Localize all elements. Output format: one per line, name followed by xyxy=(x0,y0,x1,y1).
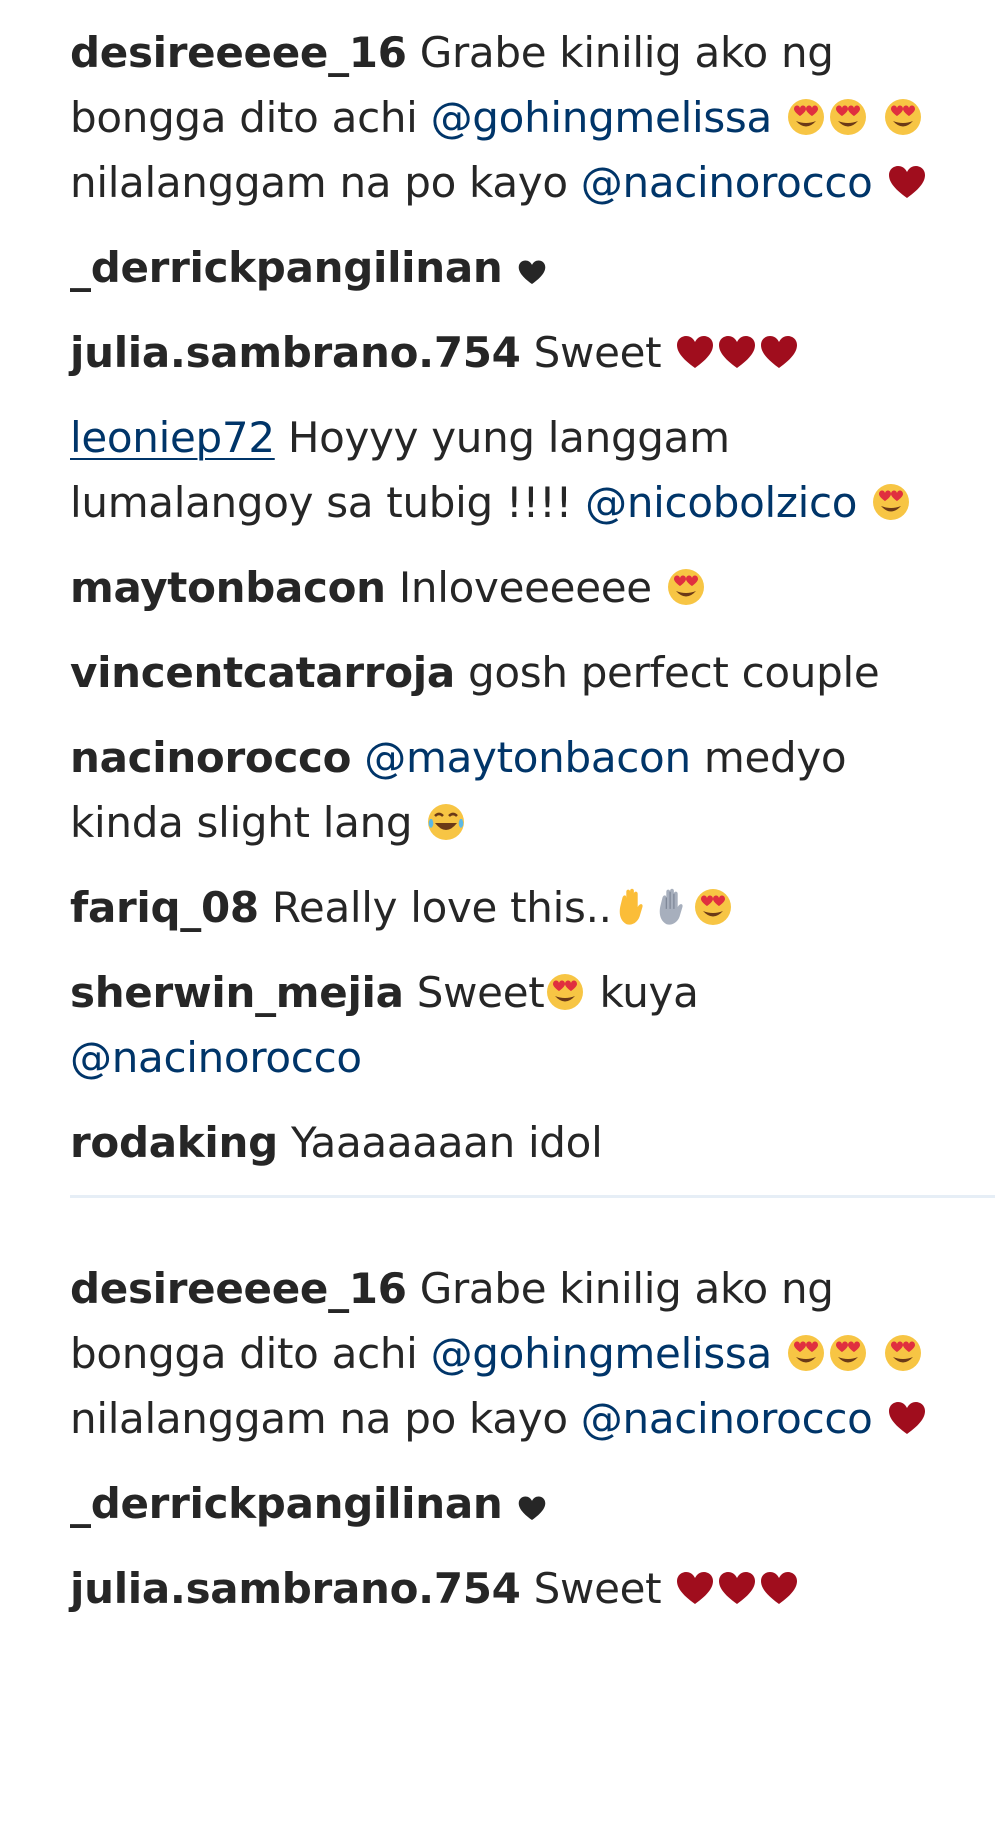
mention-link[interactable]: @maytonbacon xyxy=(364,733,691,782)
comment: _derrickpangilinan xyxy=(70,1471,970,1536)
comment-username[interactable]: maytonbacon xyxy=(70,563,386,612)
heart-eyes-icon xyxy=(693,887,733,927)
mention-link[interactable]: @nacinorocco xyxy=(581,1394,873,1443)
comment-username[interactable]: _derrickpangilinan xyxy=(70,1479,503,1528)
red-heart-icon xyxy=(759,1570,799,1608)
comment-username[interactable]: vincentcatarroja xyxy=(70,648,455,697)
comment-username[interactable]: sherwin_mejia xyxy=(70,968,404,1017)
heart-eyes-icon xyxy=(883,1333,923,1373)
black-heart-icon xyxy=(517,259,547,287)
mention-link[interactable]: @nacinorocco xyxy=(581,158,873,207)
heart-eyes-icon xyxy=(545,972,585,1012)
heart-eyes-icon xyxy=(828,1333,868,1373)
heart-eyes-icon xyxy=(786,97,826,137)
grey-hand-icon xyxy=(653,887,691,927)
comment-username[interactable]: julia.sambrano.754 xyxy=(70,328,521,377)
red-heart-icon xyxy=(675,1570,715,1608)
comment-username[interactable]: nacinorocco xyxy=(70,733,352,782)
comment-username[interactable]: desireeeee_16 xyxy=(70,28,407,77)
comment-text: Really love this.. xyxy=(271,883,612,932)
comment-text: nilalanggam na po kayo xyxy=(70,158,568,207)
comment: fariq_08 Really love this.. xyxy=(70,875,970,940)
heart-eyes-icon xyxy=(871,482,911,522)
red-heart-icon xyxy=(759,334,799,372)
comment-username[interactable]: fariq_08 xyxy=(70,883,259,932)
comment: vincentcatarroja gosh perfect couple xyxy=(70,640,970,705)
comment: julia.sambrano.754 Sweet xyxy=(70,320,970,385)
divider xyxy=(70,1195,995,1198)
comment-text: Sweet xyxy=(416,968,545,1017)
comment: maytonbacon Inloveeeeee xyxy=(70,555,970,620)
red-heart-icon xyxy=(675,334,715,372)
red-heart-icon xyxy=(887,164,927,202)
mention-link[interactable]: @gohingmelissa xyxy=(431,93,773,142)
heart-eyes-icon xyxy=(786,1333,826,1373)
tears-of-joy-icon xyxy=(426,802,466,842)
comment-username[interactable]: julia.sambrano.754 xyxy=(70,1564,521,1613)
comment: rodaking Yaaaaaaan idol xyxy=(70,1110,970,1175)
comment-username[interactable]: _derrickpangilinan xyxy=(70,243,503,292)
comment: desireeeee_16 Grabe kinilig ako ng bongg… xyxy=(70,1256,970,1451)
comment: _derrickpangilinan xyxy=(70,235,970,300)
heart-eyes-icon xyxy=(828,97,868,137)
comment-text: Sweet xyxy=(533,1564,662,1613)
black-heart-icon xyxy=(517,1495,547,1523)
red-heart-icon xyxy=(887,1400,927,1438)
comment-text: Yaaaaaaan idol xyxy=(290,1118,603,1167)
raised-hand-icon xyxy=(613,887,651,927)
comment: sherwin_mejia Sweet kuya @nacinorocco xyxy=(70,960,970,1090)
mention-link[interactable]: @nacinorocco xyxy=(70,1033,362,1082)
red-heart-icon xyxy=(717,1570,757,1608)
heart-eyes-icon xyxy=(883,97,923,137)
comment-text: nilalanggam na po kayo xyxy=(70,1394,568,1443)
comment-text: Sweet xyxy=(533,328,662,377)
comment-text: gosh perfect couple xyxy=(467,648,880,697)
red-heart-icon xyxy=(717,334,757,372)
comment-username[interactable]: leoniep72 xyxy=(70,413,275,462)
mention-link[interactable]: @gohingmelissa xyxy=(431,1329,773,1378)
comment: nacinorocco @maytonbacon medyo kinda sli… xyxy=(70,725,970,855)
comment: desireeeee_16 Grabe kinilig ako ng bongg… xyxy=(70,20,970,215)
mention-link[interactable]: @nicobolzico xyxy=(585,478,857,527)
comment: leoniep72 Hoyyy yung langgam lumalangoy … xyxy=(70,405,970,535)
comment-username[interactable]: rodaking xyxy=(70,1118,278,1167)
comment-text: Inloveeeeee xyxy=(398,563,652,612)
comment: julia.sambrano.754 Sweet xyxy=(70,1556,970,1621)
heart-eyes-icon xyxy=(666,567,706,607)
comment-username[interactable]: desireeeee_16 xyxy=(70,1264,407,1313)
comment-list: desireeeee_16 Grabe kinilig ako ng bongg… xyxy=(0,0,995,1621)
comment-text: kuya xyxy=(599,968,699,1017)
